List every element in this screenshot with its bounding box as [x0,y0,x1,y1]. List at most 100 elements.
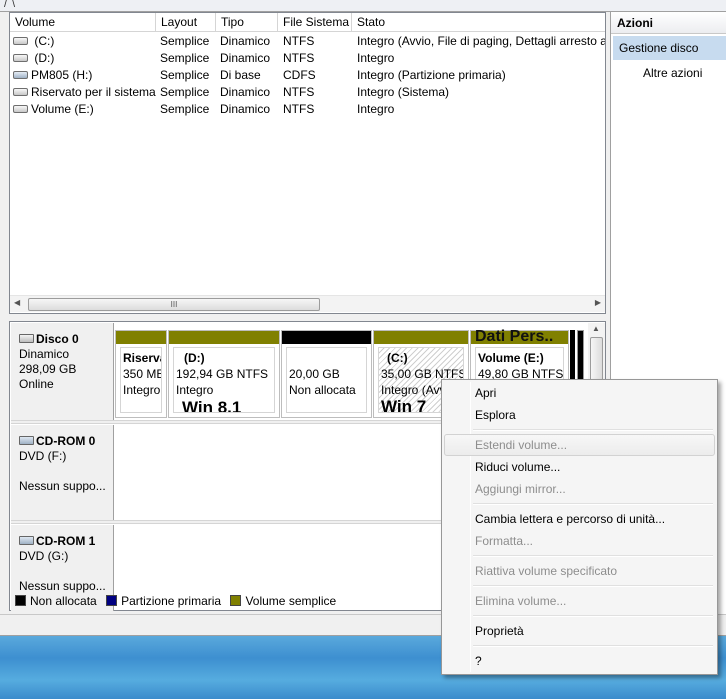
partition-status: Integro [176,383,214,397]
menu-separator [473,503,713,505]
scroll-up-icon[interactable]: ▲ [592,324,600,333]
legend-swatch-unallocated [15,595,26,607]
volume-list[interactable]: Volume Layout Tipo File Sistema Stato (C… [9,12,606,314]
cell-volume: PM805 (H:) [31,68,93,82]
table-row[interactable]: (D:) Semplice Dinamico NTFS Integro [10,50,605,67]
partition-riservato[interactable]: Riservato per il sistema 350 MB Integro [115,330,167,418]
menu-separator [473,585,713,587]
cell-tipo: Dinamico [220,85,271,99]
column-tipo[interactable]: Tipo [216,13,278,32]
table-row[interactable]: (C:) Semplice Dinamico NTFS Integro (Avv… [10,33,605,50]
disk0-size: 298,09 GB [19,362,77,376]
cdrom-icon [19,436,34,446]
cell-layout: Semplice [160,68,210,82]
cell-stato: Integro (Sistema) [357,85,450,99]
volume-type-bar [116,331,166,344]
dati-overlay-label: Dati Pers.. [475,328,554,345]
cell-volume: (C:) [31,34,55,48]
cell-stato: Integro (Partizione primaria) [357,68,506,82]
horizontal-scrollbar[interactable]: ◀ III ▶ [10,295,605,312]
legend-label: Partizione primaria [121,594,222,608]
action-altre-azioni[interactable]: Altre azioni [643,64,702,82]
cdrom0-drive: DVD (F:) [19,449,67,463]
cell-stato: Integro [357,51,395,65]
cdrom0-name: CD-ROM 0 [36,434,96,448]
partition-body: 20,00 GB Non allocata [286,347,367,413]
scroll-grip: III [170,300,178,309]
toolbar-glyph-icon[interactable]: / [4,0,7,10]
menu-item-help[interactable]: ? [444,650,715,672]
legend-swatch-primary [106,595,118,607]
cell-fs: NTFS [283,102,315,116]
cell-fs: NTFS [283,85,315,99]
toolbar-glyph-icon[interactable]: \ [12,0,15,10]
cdrom1-drive: DVD (G:) [19,549,69,563]
column-volume[interactable]: Volume [10,13,156,32]
partition-name: Riservato per il sistema [123,351,161,365]
cell-tipo: Dinamico [220,51,271,65]
partition-name: (C:) [387,351,408,365]
column-layout[interactable]: Layout [156,13,216,32]
partition-d[interactable]: (D:) 192,94 GB NTFS Integro Win 8.1 [168,330,280,418]
scroll-thumb[interactable] [590,337,603,381]
scroll-thumb[interactable]: III [28,298,320,311]
partition-name [289,350,366,366]
cell-fs: NTFS [283,34,315,48]
column-header: Volume Layout Tipo File Sistema Stato [10,13,605,32]
cell-layout: Semplice [160,85,210,99]
cell-volume: Volume (E:) [31,102,94,116]
disk-vertical-scrollbar[interactable]: ▲ [588,323,605,381]
cdrom0-label[interactable]: CD-ROM 0 DVD (F:) Nessun suppo... [11,425,114,520]
cell-layout: Semplice [160,51,210,65]
partition-size: 20,00 GB [289,367,340,381]
cell-tipo: Dinamico [220,34,271,48]
legend-label: Non allocata [30,594,97,608]
partition-unallocated[interactable]: 20,00 GB Non allocata [281,330,372,418]
disk-icon [19,334,34,344]
legend-label: Volume semplice [245,594,337,608]
drive-icon [13,87,28,96]
column-file-sistema[interactable]: File Sistema [278,13,352,32]
drive-icon [13,53,28,62]
menu-separator [473,645,713,647]
menu-separator [473,429,713,431]
table-row[interactable]: Riservato per il sistema Semplice Dinami… [10,84,605,101]
column-stato[interactable]: Stato [352,13,607,32]
menu-item-riattiva-volume[interactable]: Riattiva volume specificato [444,560,715,582]
menu-item-esplora[interactable]: Esplora [444,404,715,426]
scroll-left-icon[interactable]: ◀ [14,298,20,307]
cdrom-icon [13,70,28,79]
menu-item-apri[interactable]: Apri [444,382,715,404]
partition-status: Non allocata [289,383,356,397]
context-menu[interactable]: Apri Esplora Estendi volume... Riduci vo… [441,379,718,675]
menu-item-estendi-volume[interactable]: Estendi volume... [444,434,715,456]
cell-tipo: Dinamico [220,102,271,116]
partition-status: Integro [123,383,161,397]
cell-fs: NTFS [283,51,315,65]
disk0-label[interactable]: Disco 0 Dinamico 298,09 GB Online [11,323,114,420]
cdrom1-name: CD-ROM 1 [36,534,96,548]
cell-layout: Semplice [160,34,210,48]
menu-separator [473,555,713,557]
volume-type-bar [282,331,371,344]
menu-item-riduci-volume[interactable]: Riduci volume... [444,456,715,478]
scroll-right-icon[interactable]: ▶ [595,298,601,307]
cell-fs: CDFS [283,68,316,82]
actions-title: Azioni [611,12,726,34]
partition-body: Riservato per il sistema 350 MB Integro [120,347,162,413]
action-gestione-disco[interactable]: Gestione disco [613,36,726,60]
menu-item-cambia-lettera[interactable]: Cambia lettera e percorso di unità... [444,508,715,530]
table-row[interactable]: PM805 (H:) Semplice Di base CDFS Integro… [10,67,605,84]
volume-type-bar [169,331,279,344]
disk0-name: Disco 0 [36,332,79,346]
menu-item-aggiungi-mirror[interactable]: Aggiungi mirror... [444,478,715,500]
menu-item-elimina-volume[interactable]: Elimina volume... [444,590,715,612]
table-row[interactable]: Volume (E:) Semplice Dinamico NTFS Integ… [10,101,605,118]
disk0-status: Online [19,377,54,391]
menu-item-proprieta[interactable]: Proprietà [444,620,715,642]
partition-size: 192,94 GB NTFS [176,367,269,381]
menu-item-formatta[interactable]: Formatta... [444,530,715,552]
cell-layout: Semplice [160,102,210,116]
